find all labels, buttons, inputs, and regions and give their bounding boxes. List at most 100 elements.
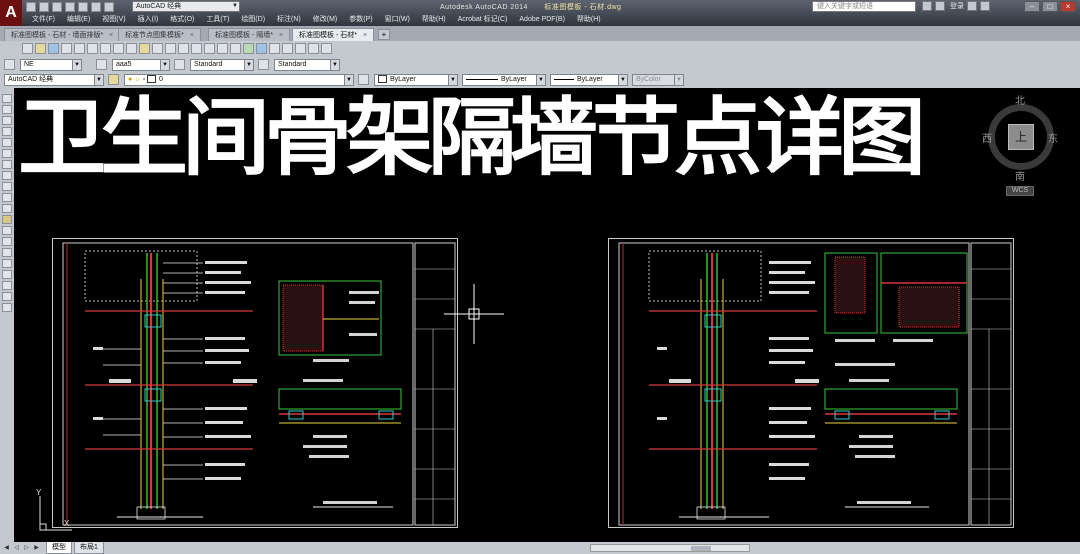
help-icon[interactable] <box>980 1 990 11</box>
undo-icon[interactable] <box>165 43 176 54</box>
minimize-button[interactable]: – <box>1024 1 1040 12</box>
exchange-icon[interactable] <box>967 1 977 11</box>
menu-item[interactable]: 插入(I) <box>132 14 165 25</box>
save-icon[interactable] <box>48 43 59 54</box>
menu-item[interactable]: 工具(T) <box>200 14 235 25</box>
tab-model[interactable]: 模型 <box>46 542 72 554</box>
menu-item[interactable]: 修改(M) <box>307 14 344 25</box>
menu-item[interactable]: 文件(F) <box>26 14 61 25</box>
horizontal-scrollbar[interactable] <box>590 544 750 552</box>
ellipse-arc-icon[interactable] <box>2 204 12 213</box>
spline-icon[interactable] <box>2 182 12 191</box>
markup-icon[interactable] <box>295 43 306 54</box>
region-icon[interactable] <box>2 270 12 279</box>
first-layout-icon[interactable]: ◀ <box>2 543 11 553</box>
circle-icon[interactable] <box>2 160 12 169</box>
plot-icon[interactable] <box>78 2 88 12</box>
next-layout-icon[interactable]: ▷ <box>22 543 31 553</box>
copy-icon[interactable] <box>113 43 124 54</box>
dim-style-combo[interactable]: Standard ▼ <box>190 59 254 71</box>
close-icon[interactable]: × <box>109 32 113 39</box>
layer-combo[interactable]: ● ☼ ▫ 0 ▼ <box>124 74 354 86</box>
color-combo[interactable]: ByLayer ▼ <box>374 74 458 86</box>
viewcube[interactable]: 上 北 南 西 东 WCS <box>982 94 1060 204</box>
open-icon[interactable] <box>35 43 46 54</box>
menu-item[interactable]: 窗口(W) <box>379 14 416 25</box>
workspace-dropdown[interactable]: AutoCAD 经典 ▼ <box>132 1 240 12</box>
make-current-icon[interactable] <box>358 74 369 85</box>
help-icon[interactable] <box>321 43 332 54</box>
tool-palettes-icon[interactable] <box>269 43 280 54</box>
table-icon[interactable] <box>2 281 12 290</box>
viewcube-top-face[interactable]: 上 <box>1008 124 1034 150</box>
match-properties-icon[interactable] <box>139 43 150 54</box>
design-center-icon[interactable] <box>256 43 267 54</box>
pan-icon[interactable] <box>191 43 202 54</box>
table-style-icon[interactable] <box>258 59 269 70</box>
drawing-canvas[interactable]: 卫生间骨架隔墙节点详图 上 北 南 西 东 WCS Y X <box>14 88 1080 542</box>
redo-icon[interactable] <box>178 43 189 54</box>
menu-item[interactable]: 编辑(E) <box>61 14 96 25</box>
wcs-menu-button[interactable]: WCS <box>1006 186 1034 196</box>
tab-layout1[interactable]: 布局1 <box>74 542 104 554</box>
compass-north-label[interactable]: 北 <box>1015 92 1025 107</box>
search-icon[interactable] <box>922 1 932 11</box>
arc-icon[interactable] <box>2 149 12 158</box>
line-icon[interactable] <box>2 94 12 103</box>
menu-item[interactable]: Adobe PDF(B) <box>513 14 571 25</box>
menu-item[interactable]: 标注(N) <box>271 14 307 25</box>
close-icon[interactable]: × <box>190 32 194 39</box>
polyline-icon[interactable] <box>2 116 12 125</box>
workspace-combo[interactable]: AutoCAD 经典 ▼ <box>4 74 104 86</box>
block-editor-icon[interactable] <box>152 43 163 54</box>
menu-item[interactable]: 绘图(D) <box>235 14 271 25</box>
insert-block-icon[interactable] <box>2 215 12 224</box>
compass-east-label[interactable]: 东 <box>1048 130 1058 145</box>
save-as-icon[interactable] <box>65 2 75 12</box>
layer-properties-icon[interactable] <box>108 74 119 85</box>
close-button[interactable]: × <box>1060 1 1076 12</box>
login-link[interactable]: 登录 <box>950 1 964 11</box>
polygon-icon[interactable] <box>2 127 12 136</box>
text-style-icon[interactable] <box>96 59 107 70</box>
ucs-combo[interactable]: NE ▼ <box>20 59 82 71</box>
linetype-combo[interactable]: ByLayer ▼ <box>462 74 546 86</box>
cut-icon[interactable] <box>100 43 111 54</box>
menu-item[interactable]: 格式(O) <box>164 14 200 25</box>
scrollbar-thumb[interactable] <box>691 546 711 551</box>
zoom-realtime-icon[interactable] <box>204 43 215 54</box>
user-icon[interactable] <box>935 1 945 11</box>
revision-cloud-icon[interactable] <box>2 171 12 180</box>
dim-style-icon[interactable] <box>174 59 185 70</box>
menu-item[interactable]: 帮助(H) <box>571 14 607 25</box>
restore-button[interactable]: □ <box>1042 1 1058 12</box>
gradient-icon[interactable] <box>2 259 12 268</box>
new-icon[interactable] <box>22 43 33 54</box>
point-icon[interactable] <box>2 237 12 246</box>
document-tab[interactable]: 标准节点图集模板* × <box>118 28 201 41</box>
open-icon[interactable] <box>39 2 49 12</box>
preview-icon[interactable] <box>74 43 85 54</box>
construction-line-icon[interactable] <box>2 105 12 114</box>
document-tab[interactable]: 标准图模板 - 隔墙* × <box>208 28 291 41</box>
undo-icon[interactable] <box>91 2 101 12</box>
zoom-window-icon[interactable] <box>217 43 228 54</box>
ucs-icon[interactable] <box>4 59 15 70</box>
hatch-icon[interactable] <box>2 248 12 257</box>
paste-icon[interactable] <box>126 43 137 54</box>
lineweight-combo[interactable]: ByLayer ▼ <box>550 74 628 86</box>
redo-icon[interactable] <box>104 2 114 12</box>
table-style-combo[interactable]: Standard ▼ <box>274 59 340 71</box>
compass-south-label[interactable]: 南 <box>1015 168 1025 183</box>
menu-item[interactable]: 视图(V) <box>96 14 131 25</box>
compass-west-label[interactable]: 西 <box>982 130 992 145</box>
close-icon[interactable]: × <box>279 32 283 39</box>
sheet-set-icon[interactable] <box>282 43 293 54</box>
document-tab-active[interactable]: 标准图模板 - 石材* × <box>292 28 375 41</box>
publish-icon[interactable] <box>87 43 98 54</box>
menu-item[interactable]: Acrobat 标记(C) <box>452 14 514 25</box>
text-style-combo[interactable]: aaa5 ▼ <box>112 59 170 71</box>
new-icon[interactable] <box>26 2 36 12</box>
zoom-previous-icon[interactable] <box>230 43 241 54</box>
menu-item[interactable]: 帮助(H) <box>416 14 452 25</box>
